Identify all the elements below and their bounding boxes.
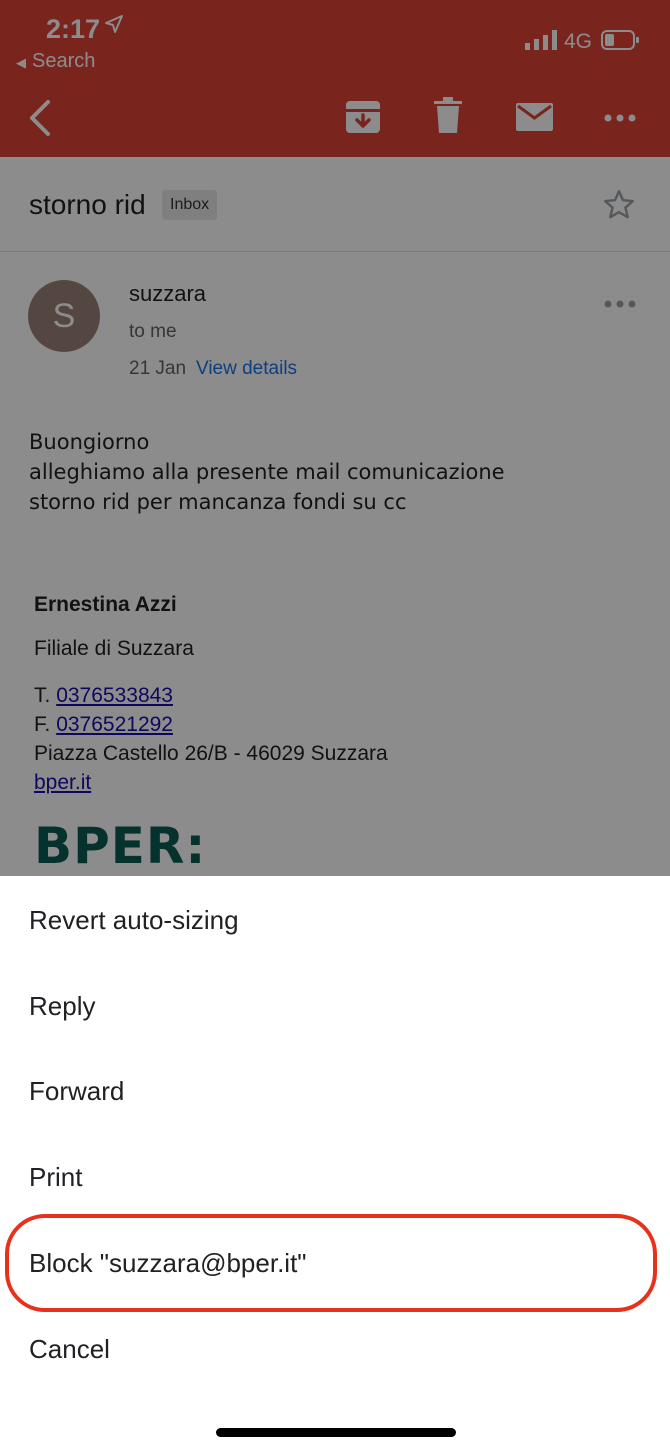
home-indicator[interactable]: [216, 1428, 456, 1437]
forward-option[interactable]: Forward: [29, 1076, 124, 1107]
reply-option[interactable]: Reply: [29, 991, 95, 1022]
dim-overlay[interactable]: [0, 0, 670, 876]
revert-auto-sizing-option[interactable]: Revert auto-sizing: [29, 905, 239, 936]
action-sheet: Revert auto-sizing Reply Forward Print B…: [0, 876, 670, 1451]
cancel-option[interactable]: Cancel: [29, 1334, 110, 1365]
print-option[interactable]: Print: [29, 1162, 82, 1193]
block-option-highlight: [5, 1214, 657, 1312]
gmail-app: storno rid Inbox S suzzara to me 21 Jan …: [0, 0, 670, 1451]
